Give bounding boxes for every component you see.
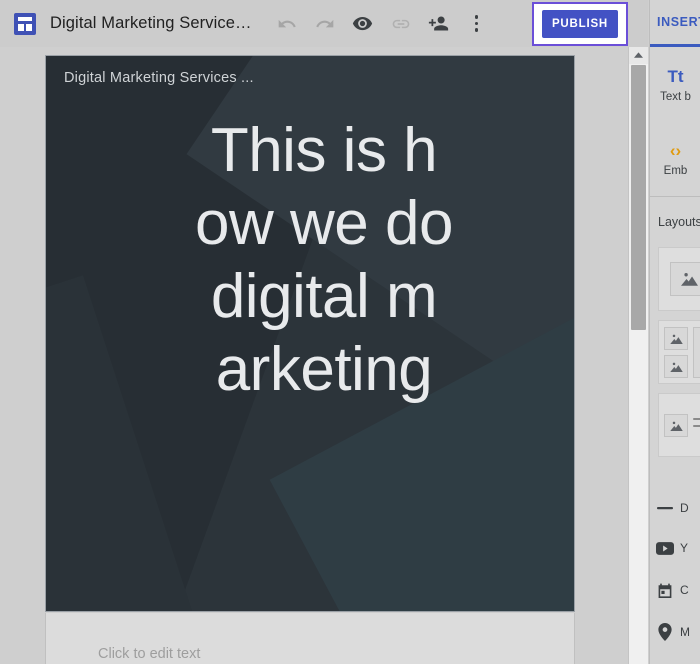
- insert-map-label: M: [680, 625, 690, 639]
- image-placeholder-icon: [664, 414, 688, 437]
- slide-header-label[interactable]: Digital Marketing Services ...: [64, 70, 254, 86]
- slides-app-icon[interactable]: [14, 12, 36, 35]
- more-options-button[interactable]: [458, 4, 496, 44]
- insert-divider-button[interactable]: D: [650, 495, 700, 521]
- add-person-button[interactable]: [420, 4, 458, 44]
- image-placeholder-icon: [670, 262, 700, 296]
- slide-headline[interactable]: This is how we do digital marketing: [194, 114, 454, 406]
- tab-insert[interactable]: INSERT: [650, 0, 700, 47]
- insert-calendar-label: C: [680, 583, 689, 597]
- insert-panel: INSERT Tt Text b ‹› Emb Layouts: [649, 0, 700, 664]
- calendar-icon: [650, 582, 680, 598]
- scroll-up-arrow[interactable]: [629, 47, 648, 64]
- edit-text-placeholder[interactable]: Click to edit text: [98, 646, 200, 662]
- text-line-icon: [693, 425, 700, 427]
- undo-button[interactable]: [268, 4, 306, 44]
- insert-divider-label: D: [680, 501, 689, 515]
- layouts-section-label: Layouts: [658, 215, 700, 229]
- scrollbar-thumb[interactable]: [631, 65, 646, 330]
- layout-two-images[interactable]: [658, 320, 700, 384]
- content-block-placeholder: [693, 327, 700, 378]
- editor-canvas-area: Digital Marketing Services ... This is h…: [0, 47, 628, 664]
- youtube-icon: [650, 541, 680, 555]
- image-placeholder-icon: [664, 355, 688, 378]
- embed-code-icon: ‹›: [669, 141, 682, 160]
- insert-youtube-label: Y: [680, 541, 689, 555]
- link-button[interactable]: [382, 4, 420, 44]
- map-pin-icon: [650, 623, 680, 641]
- layout-image-text[interactable]: [658, 393, 700, 457]
- insert-text-box-label: Text b: [660, 91, 691, 103]
- insert-text-box-button[interactable]: Tt Text b: [650, 66, 700, 103]
- text-box-icon: Tt: [667, 67, 684, 86]
- slide-text-section[interactable]: Click to edit text: [45, 613, 575, 664]
- insert-embed-label: Emb: [663, 165, 688, 177]
- insert-youtube-button[interactable]: Y: [650, 535, 700, 561]
- redo-button[interactable]: [306, 4, 344, 44]
- divider-icon: [650, 506, 680, 510]
- layout-single-image[interactable]: [658, 247, 700, 311]
- slide-canvas[interactable]: Digital Marketing Services ... This is h…: [45, 55, 575, 612]
- vertical-scrollbar[interactable]: [628, 47, 648, 664]
- insert-calendar-button[interactable]: C: [650, 577, 700, 603]
- publish-button-container: PUBLISH: [532, 2, 628, 46]
- publish-button[interactable]: PUBLISH: [542, 10, 618, 38]
- preview-button[interactable]: [344, 4, 382, 44]
- document-title[interactable]: Digital Marketing Service…: [50, 14, 252, 33]
- panel-divider: [650, 196, 700, 197]
- insert-embed-button[interactable]: ‹› Emb: [650, 140, 700, 177]
- toolbar-icon-group: [268, 4, 496, 44]
- insert-map-button[interactable]: M: [650, 619, 700, 645]
- text-line-icon: [693, 418, 700, 420]
- image-placeholder-icon: [664, 327, 688, 350]
- more-vertical-icon: [474, 15, 479, 32]
